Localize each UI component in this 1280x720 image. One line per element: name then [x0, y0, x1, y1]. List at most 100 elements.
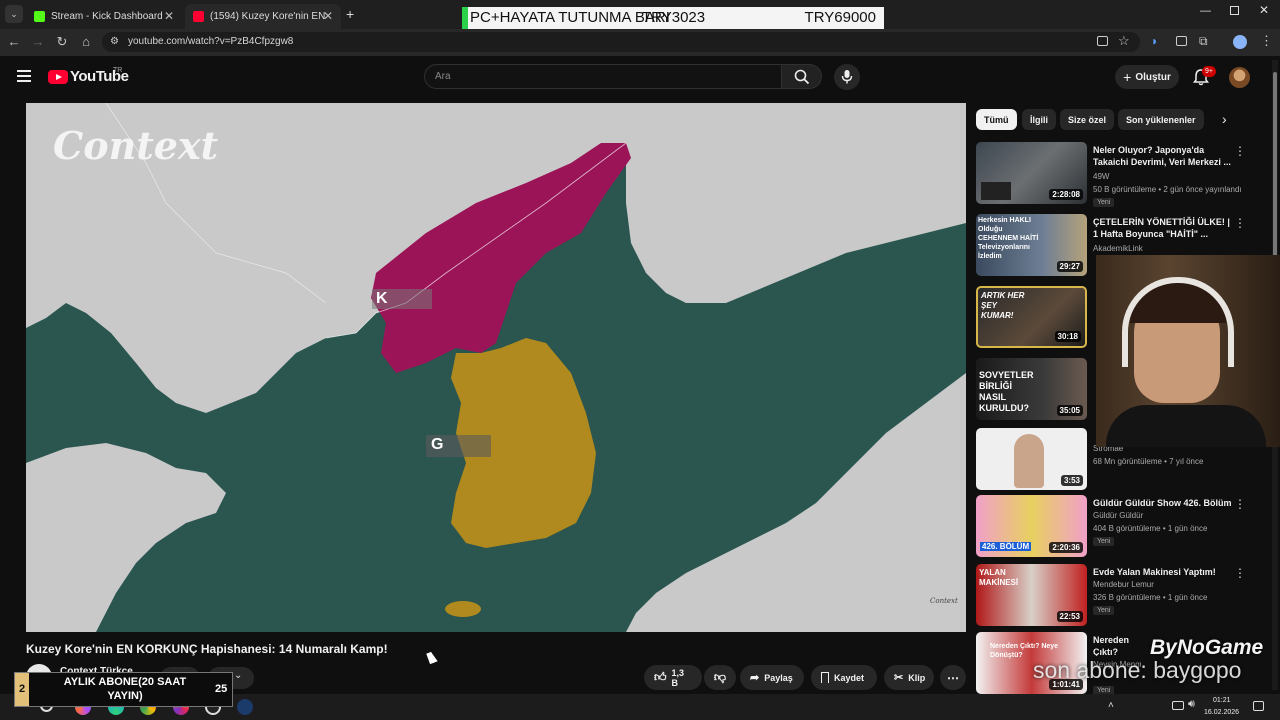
voice-search-button[interactable]	[834, 64, 860, 90]
clip-button[interactable]: ✂ Klip	[884, 665, 934, 690]
recommendation-channel[interactable]: Mendebur Lemur	[1093, 580, 1154, 589]
new-tab-button[interactable]: +	[346, 6, 354, 22]
video-thumbnail[interactable]: Herkesin HAKLI Olduğu CEHENNEM HAİTİ Tel…	[976, 214, 1087, 276]
close-tab-icon[interactable]: ✕	[323, 9, 333, 23]
chip-for-you[interactable]: Size özel	[1060, 109, 1115, 130]
recommendation-title[interactable]: Evde Yalan Makinesi Yaptım!	[1093, 566, 1233, 578]
thumbs-down-icon: 👎︎	[713, 670, 727, 684]
like-count: 1,3 B	[671, 667, 685, 688]
thumbnail-text: Herkesin HAKLI Olduğu CEHENNEM HAİTİ Tel…	[978, 217, 1039, 260]
recommendation-meta: 326 B görüntüleme • 1 gün önce	[1093, 593, 1208, 602]
close-window-icon[interactable]: ✕	[1259, 3, 1269, 17]
maximize-icon[interactable]	[1230, 6, 1239, 15]
video-thumbnail[interactable]: SOVYETLER BİRLİĞİ NASIL KURULDU? 35:05	[976, 358, 1087, 420]
notification-badge: 9+	[1202, 66, 1216, 77]
recommendation-title[interactable]: Neler Oluyor? Japonya'da Takaichi Devrim…	[1093, 144, 1233, 168]
subgoal-count: 2	[19, 683, 26, 695]
video-thumbnail[interactable]: YALAN MAKİNESİ 22:53	[976, 564, 1087, 626]
clock-time[interactable]: 01:21	[1213, 697, 1231, 704]
video-duration: 2:20:36	[1049, 542, 1083, 553]
share-button[interactable]: ➦ Paylaş	[740, 665, 804, 690]
more-actions-button[interactable]: ⋯	[940, 665, 966, 690]
chip-scroll-right-icon[interactable]: ›	[1222, 111, 1227, 127]
dislike-button[interactable]: 👎︎	[704, 665, 736, 690]
recommendation-item[interactable]: 2:28:08 Neler Oluyor? Japonya'da Takaich…	[976, 142, 1268, 207]
video-thumbnail[interactable]: 3:53	[976, 428, 1087, 490]
reload-icon[interactable]: ↻	[53, 33, 71, 51]
recommendation-title[interactable]: ÇETELERİN YÖNETTİĞİ ÜLKE! | 1 Hafta Boyu…	[1093, 216, 1233, 240]
new-badge: Yeni	[1093, 198, 1115, 207]
scissors-icon: ✂	[894, 672, 904, 684]
bookmark-star-icon[interactable]: ☆	[1118, 33, 1130, 49]
chip-all[interactable]: Tümü	[976, 109, 1017, 130]
save-button[interactable]: Kaydet	[811, 665, 877, 690]
more-options-icon[interactable]: ⋮	[1234, 216, 1246, 230]
hamburger-menu-icon[interactable]	[17, 70, 31, 82]
avatar[interactable]	[1229, 67, 1250, 88]
scrollbar-thumb[interactable]	[1273, 72, 1277, 257]
forward-icon[interactable]: →	[29, 33, 47, 51]
volume-icon[interactable]: 🔊︎	[1188, 698, 1195, 711]
recommendation-title[interactable]: Nereden Çıktı? Neye Dönüştü? | Nevşin Me…	[1093, 634, 1141, 656]
subgoal-label: AYLIK ABONE(20 SAAT YAYIN)	[63, 676, 187, 702]
more-options-icon[interactable]: ⋮	[1234, 144, 1246, 158]
extension-icon[interactable]: ◗	[1151, 34, 1158, 48]
recommendation-meta: 404 B görüntüleme • 1 gün önce	[1093, 524, 1208, 533]
install-app-icon[interactable]	[1097, 36, 1108, 46]
recommendation-channel[interactable]: AkademikLink	[1093, 244, 1143, 253]
search-input[interactable]: Ara	[424, 64, 782, 89]
menu-dots-icon[interactable]: ⋮	[1260, 33, 1273, 49]
chevron-down-icon: ⌄	[234, 670, 243, 681]
puzzle-icon[interactable]: ⧉	[1199, 34, 1208, 49]
home-icon[interactable]: ⌂	[77, 33, 95, 51]
subgoal-target: 25	[215, 683, 228, 695]
clock-date[interactable]: 16.02.2026	[1204, 709, 1239, 716]
url-text: youtube.com/watch?v=PzB4Cfpzgw8	[128, 36, 294, 47]
subscriber-goal-overlay: 2 AYLIK ABONE(20 SAAT YAYIN) 25	[14, 672, 233, 707]
site-info-icon[interactable]: ⚙	[110, 36, 119, 47]
region-code: TR	[113, 67, 123, 74]
video-title: Kuzey Kore'nin EN KORKUNÇ Hapishanesi: 1…	[26, 642, 388, 656]
tab-kick-dashboard[interactable]: Stream - Kick Dashboard ✕	[26, 4, 182, 29]
microphone-icon	[841, 70, 853, 84]
video-thumbnail[interactable]: 426. BÖLÜM 2:20:36	[976, 495, 1087, 557]
video-watermark: Context	[930, 597, 958, 605]
video-thumbnail[interactable]: 2:28:08	[976, 142, 1087, 204]
youtube-logo-icon[interactable]	[48, 70, 68, 84]
profile-icon[interactable]	[1233, 35, 1247, 49]
more-options-icon[interactable]: ⋮	[1234, 497, 1246, 511]
minimize-icon[interactable]: —	[1200, 5, 1211, 17]
recommendation-item[interactable]: YALAN MAKİNESİ 22:53 Evde Yalan Makinesi…	[976, 564, 1268, 628]
extensions-icon[interactable]	[1176, 36, 1187, 46]
recommendation-channel[interactable]: 49W	[1093, 172, 1109, 181]
close-tab-icon[interactable]: ✕	[164, 9, 174, 23]
chip-related[interactable]: İlgili	[1022, 109, 1056, 130]
recommendation-title[interactable]: Güldür Güldür Show 426. Bölüm	[1093, 497, 1233, 509]
chevron-up-icon[interactable]: ˄	[1108, 700, 1114, 711]
steam-icon[interactable]	[237, 699, 253, 715]
recommendation-channel[interactable]: Güldür Güldür	[1093, 511, 1143, 520]
search-button[interactable]	[782, 64, 822, 89]
context-logo: Context	[53, 123, 219, 168]
donation-goal: TRY69000	[804, 9, 876, 26]
kick-icon	[34, 11, 45, 22]
tab-youtube-video[interactable]: (1594) Kuzey Kore'nin EN KORK ✕	[185, 4, 341, 29]
more-options-icon[interactable]: ⋮	[1234, 566, 1246, 580]
recommendation-item[interactable]: 426. BÖLÜM 2:20:36 Güldür Güldür Show 42…	[976, 495, 1268, 559]
tab-list-button[interactable]: ⌄	[5, 5, 23, 23]
video-thumbnail[interactable]: ARTIK HER ŞEY KUMAR! 30:18	[976, 286, 1087, 348]
like-button[interactable]: 👍︎ 1,3 B	[644, 665, 702, 690]
video-player[interactable]: K G Context Context	[26, 103, 966, 632]
mouse-cursor-icon	[426, 650, 438, 665]
search-icon	[794, 69, 810, 85]
recommendation-meta: 68 Mn görüntüleme • 7 yıl önce	[1093, 457, 1204, 466]
chip-recently-uploaded[interactable]: Son yüklenenler	[1118, 109, 1204, 130]
back-icon[interactable]: ←	[5, 33, 23, 51]
network-icon[interactable]	[1172, 701, 1184, 710]
korea-map	[26, 103, 966, 632]
video-duration: 22:53	[1056, 611, 1083, 622]
notifications-button[interactable]: 9+	[1192, 66, 1216, 88]
search-placeholder: Ara	[435, 71, 451, 82]
notification-center-icon[interactable]	[1253, 701, 1264, 711]
create-button[interactable]: + Oluştur	[1115, 65, 1179, 89]
